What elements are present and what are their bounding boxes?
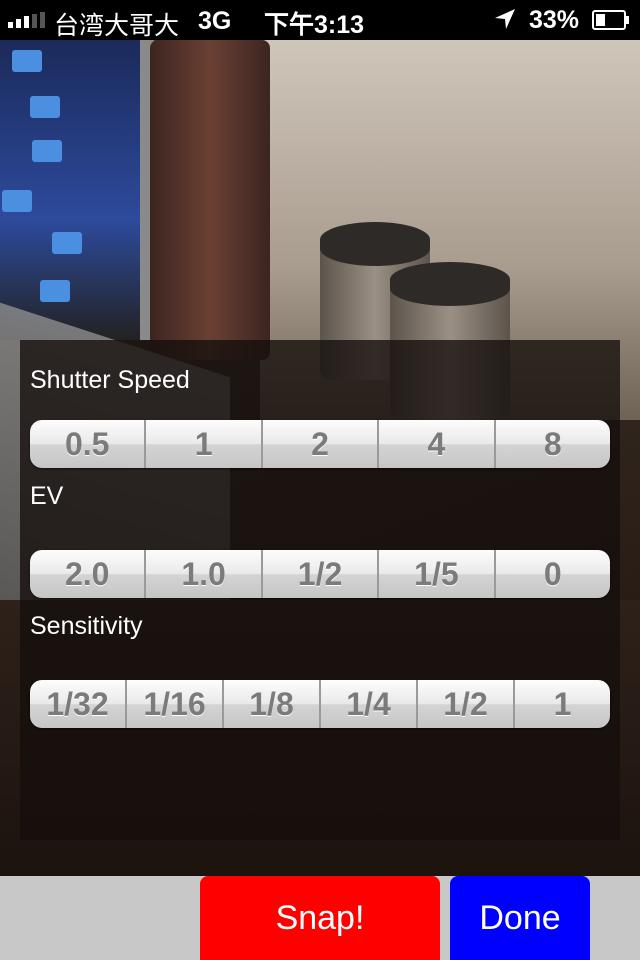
preview-laptop [0,40,154,340]
sensitivity-control: 1/32 1/16 1/8 1/4 1/2 1 [30,680,610,728]
shutter-speed-option[interactable]: 2 [263,420,380,468]
shutter-speed-label: Shutter Speed [30,366,190,394]
snap-button[interactable]: Snap! [200,876,440,960]
shutter-speed-option[interactable]: 0.5 [30,420,147,468]
shutter-speed-option[interactable]: 4 [379,420,496,468]
sensitivity-option[interactable]: 1/16 [127,680,224,728]
sensitivity-option[interactable]: 1/4 [321,680,418,728]
ev-option[interactable]: 2.0 [30,550,147,598]
sensitivity-option[interactable]: 1/8 [224,680,321,728]
status-bar: 台湾大哥大 3G 下午3:13 33% [0,0,640,40]
sensitivity-option[interactable]: 1/32 [30,680,127,728]
ev-option[interactable]: 1.0 [146,550,263,598]
ev-option[interactable]: 1/2 [263,550,380,598]
ev-control: 2.0 1.0 1/2 1/5 0 [30,550,610,598]
sensitivity-option[interactable]: 1/2 [418,680,515,728]
bottom-toolbar: Snap! Done [0,876,640,960]
ev-option[interactable]: 1/5 [379,550,496,598]
preview-bottle [150,40,270,360]
shutter-speed-control: 0.5 1 2 4 8 [30,420,610,468]
signal-strength-icon [8,12,45,28]
status-time: 下午3:13 [264,11,365,39]
carrier-name: 台湾大哥大 [54,12,180,40]
ev-option[interactable]: 0 [496,550,610,598]
battery-percent: 33% [529,6,580,34]
battery-icon [592,10,629,30]
shutter-speed-option[interactable]: 8 [496,420,610,468]
sensitivity-label: Sensitivity [30,612,143,640]
shutter-speed-option[interactable]: 1 [146,420,263,468]
ev-label: EV [30,482,64,510]
camera-settings-panel: Shutter Speed 0.5 1 2 4 8 EV 2.0 1.0 1/2… [20,340,620,840]
done-button[interactable]: Done [450,876,590,960]
location-arrow-icon [495,9,515,29]
sensitivity-option[interactable]: 1 [515,680,610,728]
camera-screen: 台湾大哥大 3G 下午3:13 33% Shutter Speed 0.5 1 … [0,0,640,960]
network-type: 3G [198,7,232,35]
